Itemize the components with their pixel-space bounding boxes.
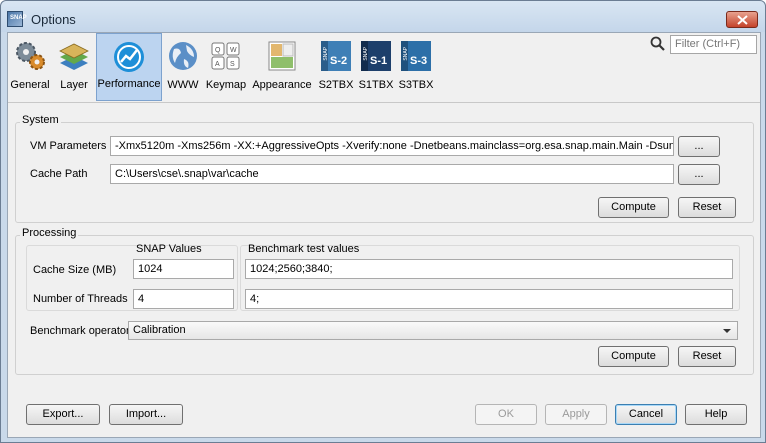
category-performance-label: Performance bbox=[97, 78, 161, 90]
processing-reset-button[interactable]: Reset bbox=[678, 346, 736, 367]
category-s3tbx[interactable]: SNAP S-3 S3TBX bbox=[396, 33, 436, 101]
snap-values-header: SNAP Values bbox=[136, 243, 202, 255]
svg-text:S-2: S-2 bbox=[330, 55, 347, 67]
category-s1tbx-label: S1TBX bbox=[358, 79, 394, 91]
svg-text:Q: Q bbox=[215, 47, 221, 54]
svg-text:SNAP: SNAP bbox=[323, 46, 329, 60]
processing-compute-button[interactable]: Compute bbox=[598, 346, 669, 367]
appearance-icon bbox=[268, 41, 296, 71]
category-www[interactable]: WWW bbox=[165, 33, 201, 101]
close-button[interactable] bbox=[726, 11, 758, 28]
snap-app-icon: SNAP bbox=[7, 11, 27, 27]
svg-text:S-3: S-3 bbox=[410, 55, 427, 67]
system-compute-button[interactable]: Compute bbox=[598, 197, 669, 218]
export-button[interactable]: Export... bbox=[26, 404, 100, 425]
vm-parameters-field[interactable]: -Xmx5120m -Xms256m -XX:+AggressiveOpts -… bbox=[110, 136, 674, 156]
threads-benchmark-field[interactable]: 4; bbox=[245, 289, 733, 309]
category-performance[interactable]: Performance bbox=[96, 33, 162, 101]
close-icon bbox=[737, 15, 748, 25]
cache-path-label: Cache Path bbox=[30, 168, 88, 180]
benchmark-operator-dropdown[interactable]: Calibration bbox=[128, 321, 738, 340]
search-icon bbox=[650, 36, 665, 51]
category-general[interactable]: General bbox=[10, 33, 50, 101]
keyboard-icon: Q W A S bbox=[211, 42, 240, 70]
system-group-title: System bbox=[20, 114, 61, 126]
import-button[interactable]: Import... bbox=[109, 404, 183, 425]
ok-button[interactable]: OK bbox=[475, 404, 537, 425]
cache-size-field[interactable]: 1024 bbox=[133, 259, 234, 279]
filter-input[interactable]: Filter (Ctrl+F) bbox=[670, 35, 757, 54]
svg-text:SNAP: SNAP bbox=[403, 46, 409, 60]
vm-parameters-browse-button[interactable]: ... bbox=[678, 136, 720, 157]
help-button[interactable]: Help bbox=[685, 404, 747, 425]
gears-icon bbox=[16, 42, 45, 70]
threads-field[interactable]: 4 bbox=[133, 289, 234, 309]
category-keymap-label: Keymap bbox=[205, 79, 247, 91]
title-bar: SNAP Options bbox=[1, 1, 765, 32]
vm-parameters-label: VM Parameters bbox=[30, 140, 107, 152]
category-s3tbx-label: S3TBX bbox=[398, 79, 434, 91]
cancel-button[interactable]: Cancel bbox=[615, 404, 677, 425]
benchmark-operator-value: Calibration bbox=[133, 324, 186, 336]
category-general-label: General bbox=[10, 79, 50, 91]
system-reset-button[interactable]: Reset bbox=[678, 197, 736, 218]
category-s2tbx[interactable]: SNAP S-2 S2TBX bbox=[316, 33, 356, 101]
category-appearance-label: Appearance bbox=[252, 79, 312, 91]
category-s1tbx[interactable]: SNAP S-1 S1TBX bbox=[356, 33, 396, 101]
category-layer[interactable]: Layer bbox=[56, 33, 92, 101]
svg-text:W: W bbox=[230, 47, 237, 54]
window-title: Options bbox=[31, 12, 76, 27]
svg-text:S: S bbox=[230, 61, 235, 68]
s1-toolbox-icon: SNAP S-1 bbox=[361, 41, 391, 71]
layers-icon bbox=[59, 43, 89, 70]
apply-button[interactable]: Apply bbox=[545, 404, 607, 425]
globe-icon bbox=[169, 42, 197, 70]
svg-text:S-1: S-1 bbox=[370, 55, 387, 67]
category-appearance[interactable]: Appearance bbox=[251, 33, 313, 101]
threads-label: Number of Threads bbox=[33, 293, 128, 305]
category-www-label: WWW bbox=[167, 79, 199, 91]
dialog-content: General Layer Performance WWW Q W A S Ke… bbox=[7, 32, 761, 438]
svg-text:SNAP: SNAP bbox=[363, 46, 369, 60]
category-keymap[interactable]: Q W A S Keymap bbox=[204, 33, 248, 101]
chevron-down-icon bbox=[723, 329, 731, 333]
cache-path-browse-button[interactable]: ... bbox=[678, 164, 720, 185]
s2-toolbox-icon: SNAP S-2 bbox=[321, 41, 351, 71]
benchmark-values-header: Benchmark test values bbox=[248, 243, 360, 255]
benchmark-operator-label: Benchmark operator bbox=[30, 325, 130, 337]
category-layer-label: Layer bbox=[60, 79, 88, 91]
cache-size-label: Cache Size (MB) bbox=[33, 264, 117, 276]
cache-size-benchmark-field[interactable]: 1024;2560;3840; bbox=[245, 259, 733, 279]
cache-path-field[interactable]: C:\Users\cse\.snap\var\cache bbox=[110, 164, 674, 184]
svg-text:A: A bbox=[215, 61, 220, 68]
processing-group-title: Processing bbox=[20, 227, 79, 239]
performance-gauge-icon bbox=[114, 42, 144, 72]
s3-toolbox-icon: SNAP S-3 bbox=[401, 41, 431, 71]
options-window: SNAP Options General Layer Performance W… bbox=[0, 0, 766, 443]
category-s2tbx-label: S2TBX bbox=[318, 79, 354, 91]
toolbar-separator bbox=[8, 102, 760, 103]
